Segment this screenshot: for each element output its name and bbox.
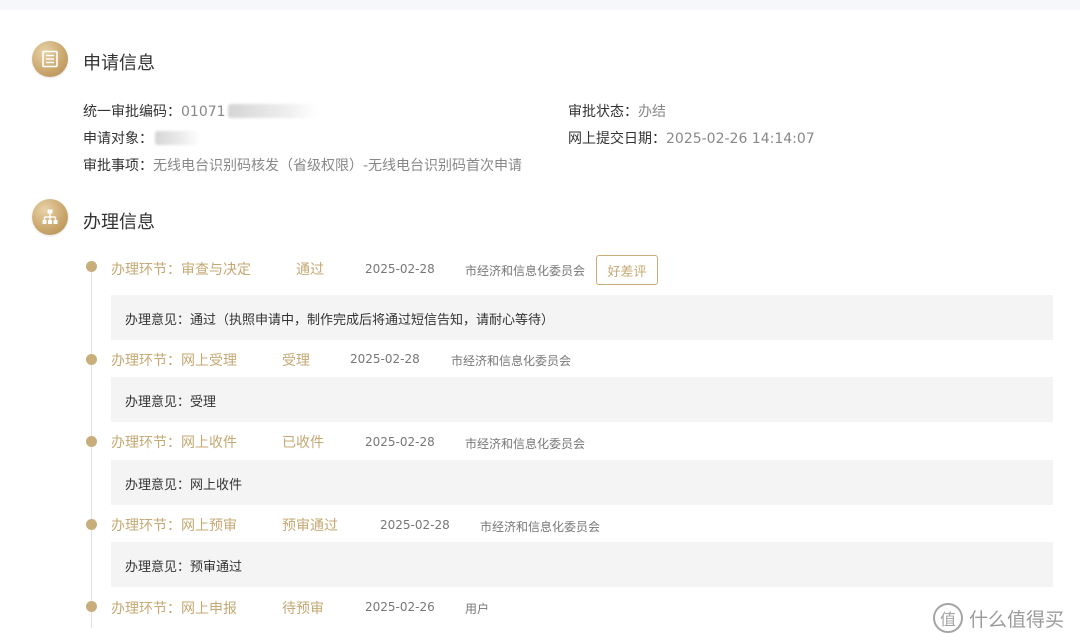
rate-button[interactable]: 好差评	[596, 255, 658, 285]
step-date: 2025-02-28	[350, 352, 420, 366]
step-name: 办理环节：网上预审	[111, 518, 237, 534]
step-date: 2025-02-28	[365, 262, 435, 276]
step-dept: 用户	[465, 602, 490, 616]
step-dept: 市经济和信息化委员会	[480, 520, 601, 534]
approval-code-value: 01071	[181, 104, 226, 120]
step-result: 预审通过	[282, 518, 338, 534]
applicant-label: 申请对象：	[83, 131, 153, 147]
matter-row: 审批事项：无线电台识别码核发（省级权限）-无线电台识别码首次申请	[83, 155, 522, 175]
status-label: 审批状态：	[568, 104, 638, 120]
watermark: 值 什么值得买	[932, 603, 1064, 633]
org-chart-icon	[32, 199, 68, 235]
opinion-box: 办理意见：受理	[111, 377, 1053, 422]
document-icon	[32, 41, 68, 77]
status-value: 办结	[638, 104, 666, 120]
step-name: 办理环节：网上受理	[111, 353, 237, 369]
status-row: 审批状态：办结	[568, 101, 666, 121]
timeline-dot	[86, 436, 97, 447]
timeline-dot	[86, 519, 97, 530]
step-dept: 市经济和信息化委员会	[465, 437, 586, 451]
top-strip	[0, 0, 1080, 10]
timeline-dot	[86, 601, 97, 612]
opinion-text: 办理意见：预审通过	[125, 560, 243, 575]
applicant-row: 申请对象：	[83, 128, 199, 148]
step-name: 办理环节：网上申报	[111, 601, 237, 617]
section-title-application: 申请信息	[83, 53, 155, 74]
step-date: 2025-02-28	[365, 435, 435, 449]
opinion-box: 办理意见：网上收件	[111, 460, 1053, 505]
matter-value: 无线电台识别码核发（省级权限）-无线电台识别码首次申请	[153, 158, 523, 174]
redacted-block	[155, 131, 199, 145]
step-result: 已收件	[282, 435, 324, 451]
watermark-text: 什么值得买	[968, 608, 1064, 631]
watermark-logo-icon: 值	[932, 603, 963, 633]
submit-date-row: 网上提交日期：2025-02-26 14:14:07	[568, 128, 815, 148]
timeline-dot	[86, 261, 97, 272]
approval-code-row: 统一审批编码：01071	[83, 101, 316, 121]
matter-label: 审批事项：	[83, 158, 153, 174]
step-dept: 市经济和信息化委员会	[465, 264, 586, 278]
step-dept: 市经济和信息化委员会	[451, 354, 572, 368]
step-date: 2025-02-26	[365, 600, 435, 614]
section-title-process: 办理信息	[83, 212, 155, 233]
step-result: 待预审	[282, 601, 324, 617]
opinion-box: 办理意见：预审通过	[111, 542, 1053, 587]
opinion-text: 办理意见：通过（执照申请中，制作完成后将通过短信告知，请耐心等待）	[125, 313, 555, 328]
submit-date-value: 2025-02-26 14:14:07	[666, 131, 815, 147]
opinion-box: 办理意见：通过（执照申请中，制作完成后将通过短信告知，请耐心等待）	[111, 295, 1053, 340]
step-name: 办理环节：审查与决定	[111, 262, 251, 278]
opinion-text: 办理意见：网上收件	[125, 478, 243, 493]
timeline-dot	[86, 354, 97, 365]
step-date: 2025-02-28	[380, 518, 450, 532]
redacted-block	[227, 104, 316, 118]
step-name: 办理环节：网上收件	[111, 435, 237, 451]
opinion-text: 办理意见：受理	[125, 395, 217, 410]
approval-code-label: 统一审批编码：	[83, 104, 181, 120]
submit-date-label: 网上提交日期：	[568, 131, 666, 147]
step-result: 通过	[296, 262, 324, 278]
step-result: 受理	[282, 353, 310, 369]
